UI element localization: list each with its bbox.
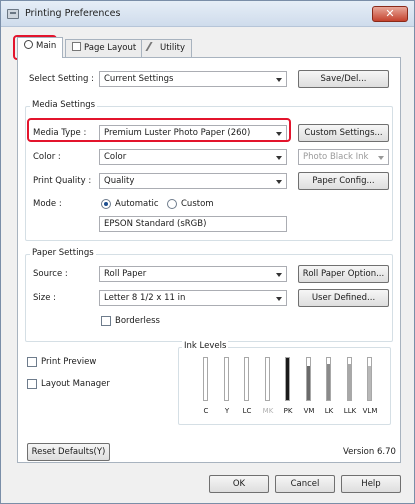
ink-level-bar-vlm	[367, 357, 372, 401]
tab-main-label: Main	[36, 41, 57, 51]
printing-preferences-window: Printing Preferences ✕ Main Page Layout …	[0, 0, 415, 504]
chevron-down-icon	[378, 156, 384, 160]
select-setting-dropdown[interactable]: Current Settings	[99, 71, 287, 87]
ink-level-bar-lk	[326, 357, 331, 401]
ink-label-c: C	[203, 407, 209, 415]
save-del-button[interactable]: Save/Del...	[298, 70, 389, 88]
ink-level-bar-y	[224, 357, 229, 401]
print-quality-label: Print Quality :	[33, 176, 92, 186]
ink-level-bar-pk	[285, 357, 290, 401]
borderless-label: Borderless	[115, 316, 160, 326]
print-preview-checkbox[interactable]	[27, 357, 37, 367]
ink-level-fill-pk	[286, 358, 289, 400]
source-label: Source :	[33, 269, 68, 279]
ink-label-vm: VM	[303, 407, 315, 415]
tab-main[interactable]: Main	[17, 37, 64, 58]
mode-automatic-radio[interactable]	[101, 199, 111, 209]
page-layout-icon	[72, 42, 81, 51]
ok-button[interactable]: OK	[209, 475, 269, 493]
ink-level-bar-vm	[306, 357, 311, 401]
close-button[interactable]: ✕	[372, 6, 408, 22]
media-type-label: Media Type :	[33, 128, 87, 138]
utility-icon	[145, 42, 160, 51]
ink-level-fill-vm	[307, 366, 310, 400]
media-settings-title: Media Settings	[30, 100, 98, 110]
media-type-value: Premium Luster Photo Paper (260)	[104, 128, 251, 138]
window-title: Printing Preferences	[25, 8, 121, 19]
mode-custom-label: Custom	[181, 199, 214, 209]
mode-custom-radio[interactable]	[167, 199, 177, 209]
print-quality-dropdown[interactable]: Quality	[99, 173, 287, 189]
layout-manager-checkbox[interactable]	[27, 379, 37, 389]
chevron-down-icon	[276, 132, 282, 136]
title-bar: Printing Preferences ✕	[1, 1, 414, 27]
ink-label-mk: MK	[262, 407, 274, 415]
source-value: Roll Paper	[104, 269, 147, 279]
help-button[interactable]: Help	[341, 475, 401, 493]
ink-level-bar-llk	[347, 357, 352, 401]
source-dropdown[interactable]: Roll Paper	[99, 266, 287, 282]
chevron-down-icon	[276, 273, 282, 277]
roll-paper-option-button[interactable]: Roll Paper Option...	[298, 265, 389, 283]
black-ink-value: Photo Black Ink	[303, 152, 369, 162]
printer-icon	[24, 40, 33, 49]
ink-level-bar-lc	[244, 357, 249, 401]
reset-defaults-button[interactable]: Reset Defaults(Y)	[27, 443, 110, 461]
black-ink-dropdown: Photo Black Ink	[298, 149, 389, 165]
ink-level-bar-c	[203, 357, 208, 401]
mode-label: Mode :	[33, 199, 62, 209]
print-quality-value: Quality	[104, 176, 135, 186]
tab-utility-label: Utility	[160, 43, 186, 53]
cancel-button[interactable]: Cancel	[275, 475, 335, 493]
user-defined-button[interactable]: User Defined...	[298, 289, 389, 307]
printer-app-icon	[7, 9, 19, 19]
paper-settings-title: Paper Settings	[30, 248, 96, 258]
tab-utility[interactable]: Utility	[141, 39, 193, 57]
ink-level-fill-lk	[327, 364, 330, 400]
tab-page-layout[interactable]: Page Layout	[65, 39, 144, 57]
size-value: Letter 8 1/2 x 11 in	[104, 293, 186, 303]
select-setting-value: Current Settings	[104, 74, 174, 84]
ink-label-llk: LLK	[343, 407, 357, 415]
ink-level-bar-mk	[265, 357, 270, 401]
print-preview-label: Print Preview	[41, 357, 97, 367]
chevron-down-icon	[276, 78, 282, 82]
media-type-dropdown[interactable]: Premium Luster Photo Paper (260)	[99, 125, 287, 141]
color-mode-profile-box: EPSON Standard (sRGB)	[99, 216, 287, 232]
size-label: Size :	[33, 293, 57, 303]
ink-label-y: Y	[224, 407, 230, 415]
mode-automatic-label: Automatic	[115, 199, 159, 209]
custom-settings-button[interactable]: Custom Settings...	[298, 124, 389, 142]
layout-manager-label: Layout Manager	[41, 379, 110, 389]
chevron-down-icon	[276, 156, 282, 160]
color-value: Color	[104, 152, 127, 162]
color-label: Color :	[33, 152, 61, 162]
ink-label-pk: PK	[283, 407, 293, 415]
ink-level-fill-vlm	[368, 366, 371, 400]
chevron-down-icon	[276, 297, 282, 301]
color-dropdown[interactable]: Color	[99, 149, 287, 165]
ink-label-lc: LC	[242, 407, 252, 415]
chevron-down-icon	[276, 180, 282, 184]
select-setting-label: Select Setting :	[29, 74, 94, 84]
version-label: Version 6.70	[343, 447, 396, 457]
ink-level-fill-llk	[348, 364, 351, 400]
tab-page-layout-label: Page Layout	[84, 43, 137, 53]
borderless-checkbox[interactable]	[101, 316, 111, 326]
paper-config-button[interactable]: Paper Config...	[298, 172, 389, 190]
color-mode-profile-value: EPSON Standard (sRGB)	[104, 219, 207, 229]
ink-levels-title: Ink Levels	[182, 341, 229, 351]
ink-label-lk: LK	[324, 407, 334, 415]
size-dropdown[interactable]: Letter 8 1/2 x 11 in	[99, 290, 287, 306]
ink-label-vlm: VLM	[362, 407, 378, 415]
